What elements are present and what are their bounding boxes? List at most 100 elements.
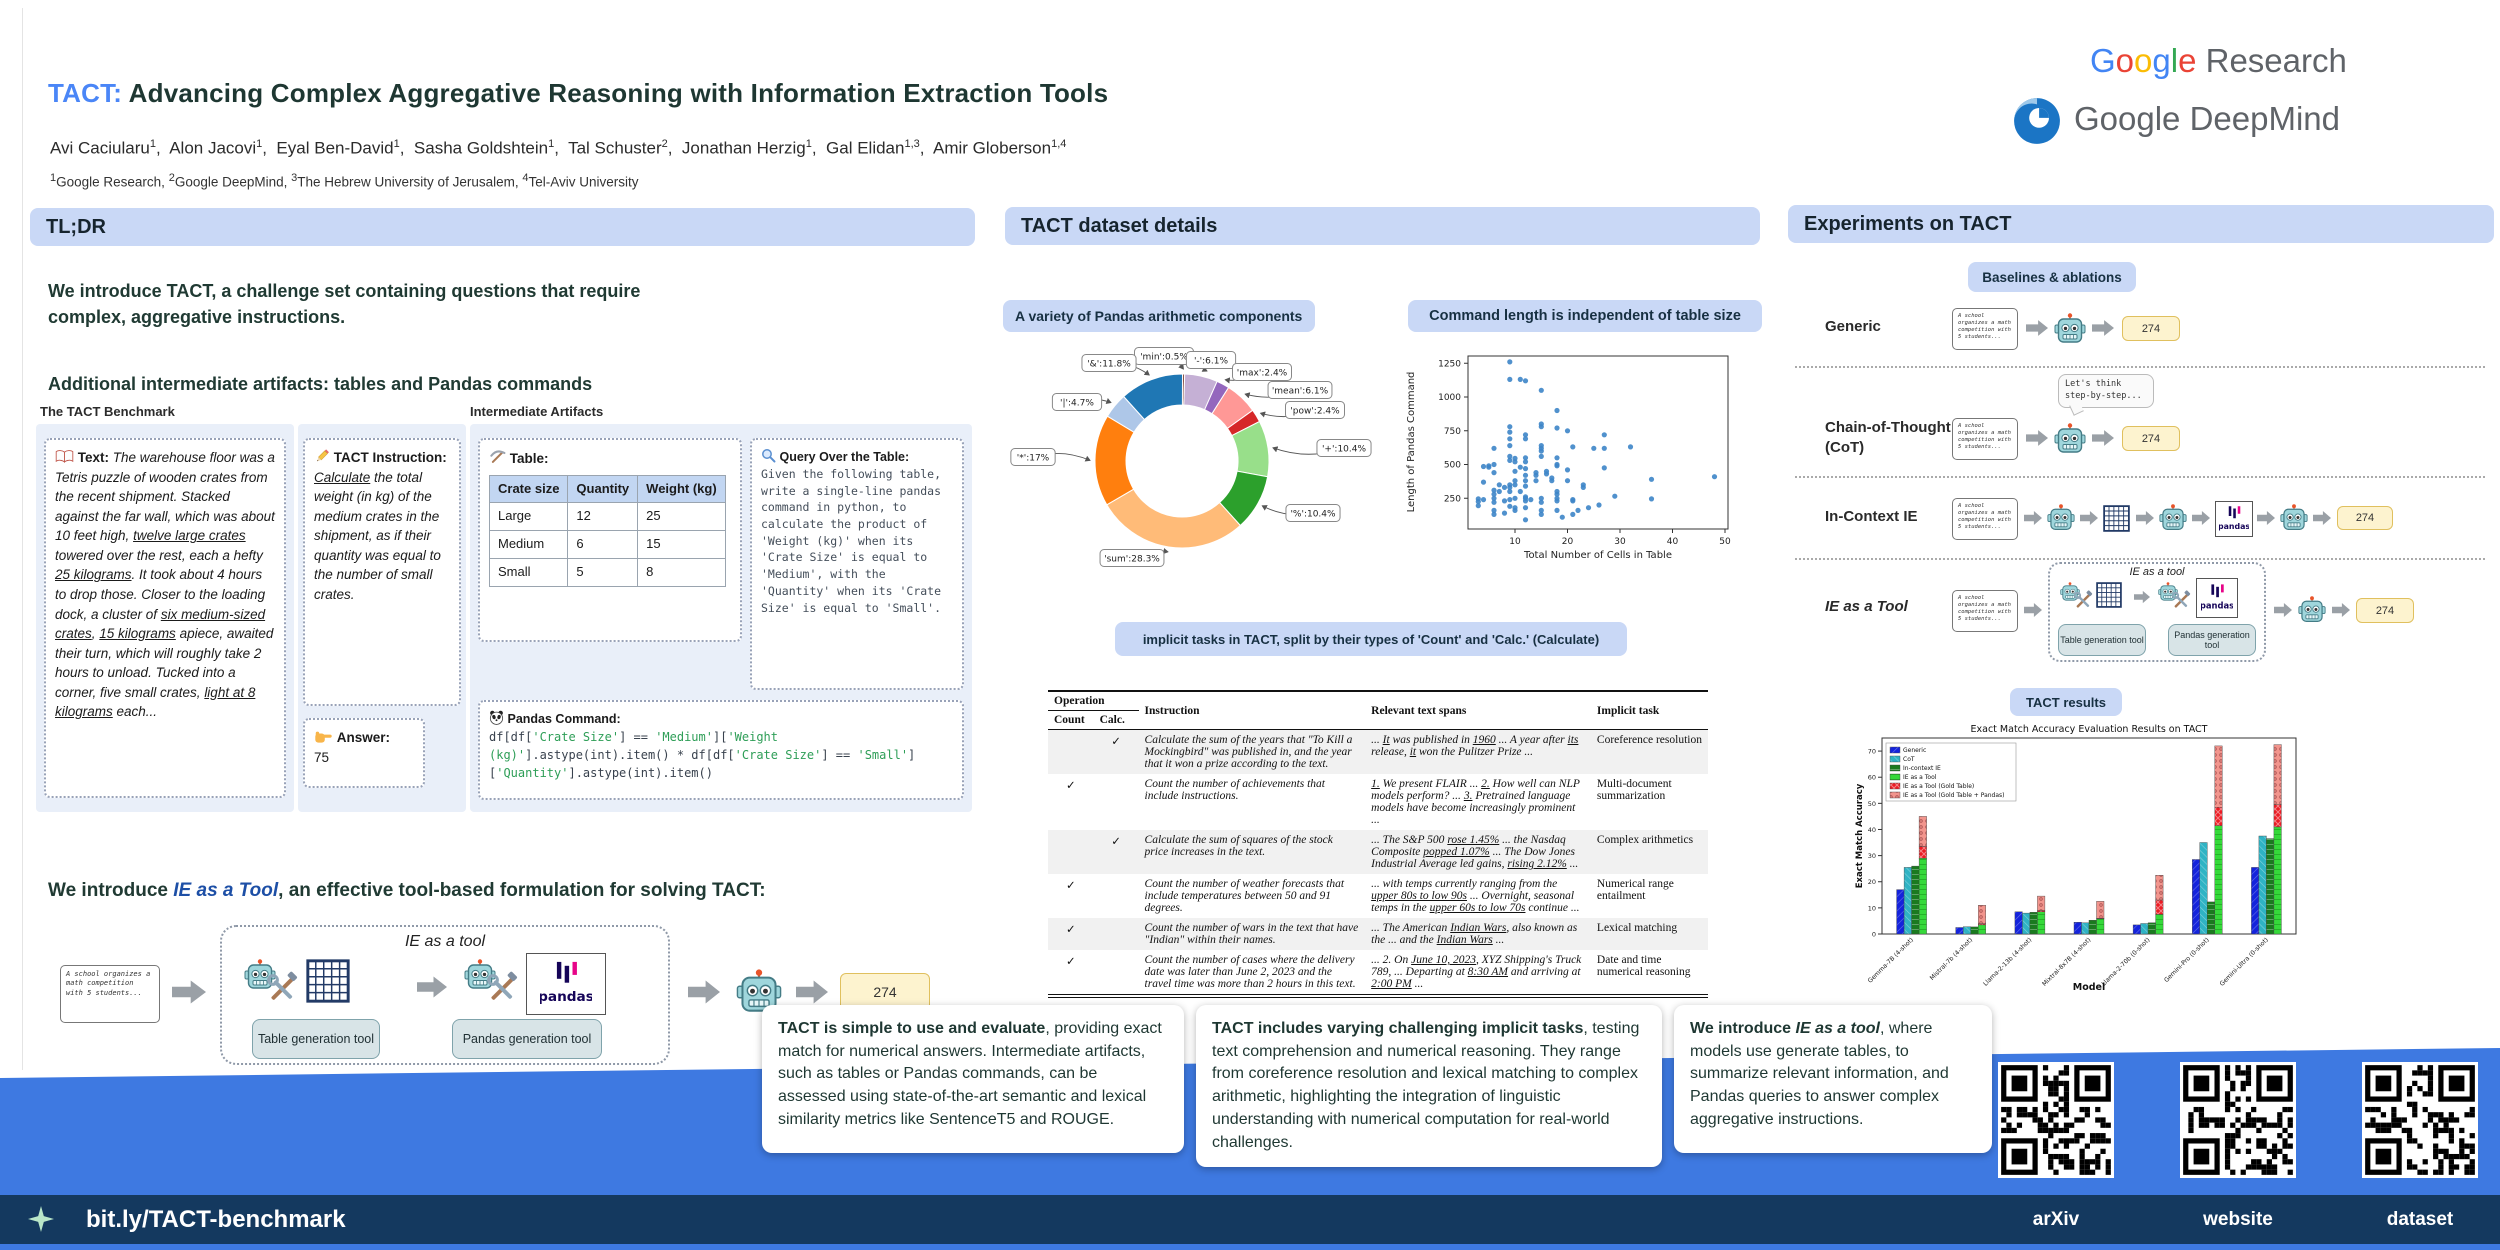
title-rest: Advancing Complex Aggregative Reasoning … (122, 78, 1108, 108)
svg-text:70: 70 (1868, 748, 1876, 756)
google-research-logo: Google Research (2090, 42, 2347, 80)
result-chip: 274 (2122, 316, 2180, 341)
table-grid-icon (2096, 582, 2122, 613)
pencil-icon (314, 448, 330, 464)
pandas-generation-tool-chip: Pandas generation tool (452, 1019, 602, 1059)
tools-icon (264, 971, 300, 1012)
robot-icon (2047, 504, 2075, 537)
pandas-logo (526, 953, 606, 1015)
arxiv-link[interactable]: arXiv (2033, 1209, 2079, 1231)
arrow-icon (2080, 510, 2098, 526)
arrow-icon (2092, 429, 2114, 447)
arrow-icon (2092, 319, 2114, 337)
table-row: ✓ Count the number of wars in the text t… (1048, 918, 1708, 950)
svg-text:0: 0 (1872, 931, 1876, 939)
ie-tool-caption: IE as a tool (222, 933, 668, 951)
col-operation: Operation (1048, 691, 1139, 711)
svg-text:'*':17%: '*':17% (1017, 454, 1050, 464)
svg-text:'-':6.1%: '-':6.1% (1194, 357, 1229, 367)
baselines-chip: Baselines & ablations (1968, 262, 2136, 292)
col-task: Implicit task (1591, 691, 1708, 730)
svg-text:Model: Model (2073, 982, 2105, 993)
takeaway-box-ie-tool: We introduce IE as a tool, where models … (1674, 1005, 1992, 1153)
query-text: Given the following table, write a singl… (761, 466, 953, 616)
crate-table: Crate sizeQuantityWeight (kg) Large1225M… (489, 475, 726, 587)
ie-tool-container: IE as a tool Table generation tool Panda… (220, 925, 670, 1065)
dataset-section-header: TACT dataset details (1005, 207, 1760, 245)
website-link[interactable]: website (2203, 1209, 2273, 1231)
benchmark-text: The warehouse floor was a Tetris puzzle … (55, 450, 275, 719)
arrow-icon (2134, 590, 2150, 604)
input-text-card: A school organizes a math competition wi… (1952, 590, 2018, 632)
arrow-icon (2024, 510, 2042, 526)
row-separator (1795, 558, 2485, 560)
arrow-icon (688, 979, 720, 1005)
ie-tool-container-small: IE as a tool Table generation tool Panda… (2048, 562, 2266, 662)
footer-bar (0, 1195, 2500, 1244)
svg-text:Gemma-7B (4-shot): Gemma-7B (4-shot) (1867, 936, 1915, 984)
footer-accent-strip (0, 1244, 2500, 1250)
qr-code-arxiv (1998, 1062, 2114, 1178)
benchmark-panel: Text: The warehouse floor was a Tetris p… (36, 424, 294, 812)
table-row: ✓ Count the number of cases where the de… (1048, 950, 1708, 996)
svg-text:500: 500 (1444, 461, 1461, 471)
svg-text:60: 60 (1868, 774, 1876, 782)
svg-text:250: 250 (1444, 494, 1461, 504)
robot-icon (2159, 504, 2187, 537)
artifacts-figure-label: Intermediate Artifacts (470, 404, 603, 419)
arrow-icon (172, 979, 206, 1005)
svg-text:'&':11.8%: '&':11.8% (1087, 360, 1131, 370)
benchmark-url-link[interactable]: bit.ly/TACT-benchmark (86, 1206, 346, 1234)
research-word: Research (2196, 42, 2346, 79)
tools-icon (2170, 590, 2192, 617)
tldr-section-header: TL;DR (30, 208, 975, 246)
svg-text:Llama-2-70b (0-shot): Llama-2-70b (0-shot) (2100, 936, 2151, 987)
table-label: Table: (510, 451, 549, 466)
scatter-chip: Command length is independent of table s… (1408, 300, 1762, 332)
takeaway-box-evaluate: TACT is simple to use and evaluate, prov… (762, 1005, 1184, 1153)
svg-text:'pow':2.4%: 'pow':2.4% (1290, 407, 1340, 417)
table-row: ✓ Calculate the sum of the years that "T… (1048, 730, 1708, 775)
arrow-icon (2026, 429, 2048, 447)
svg-text:IE as a Tool (Gold Table): IE as a Tool (Gold Table) (1903, 783, 1974, 790)
svg-text:CoT: CoT (1903, 756, 1915, 763)
arrow-icon (2274, 602, 2292, 618)
svg-text:10: 10 (1868, 904, 1876, 912)
row-separator (1795, 366, 2485, 368)
answer-box: Answer: 75 (314, 728, 414, 767)
robot-icon (2280, 504, 2308, 537)
implicit-tasks-chip: implicit tasks in TACT, split by their t… (1115, 622, 1627, 656)
svg-text:30: 30 (1868, 852, 1876, 860)
svg-text:Total Number of Cells in Table: Total Number of Cells in Table (1523, 550, 1672, 561)
arrow-icon (2136, 510, 2154, 526)
svg-text:750: 750 (1444, 427, 1461, 437)
table-generation-tool-chip: Table generation tool (252, 1019, 380, 1059)
svg-text:40: 40 (1868, 826, 1876, 834)
pandas-code: df[df['Crate Size'] == 'Medium']['Weight… (489, 728, 953, 782)
robot-icon (2054, 423, 2086, 460)
benchmark-figure-label: The TACT Benchmark (40, 404, 175, 419)
input-text-card: A school organizes a math competition wi… (1952, 498, 2018, 540)
implicit-task-table-wrap: Operation Instruction Relevant text span… (1048, 690, 1708, 998)
svg-text:'mean':6.1%: 'mean':6.1% (1272, 387, 1329, 397)
query-box: Query Over the Table: Given the followin… (761, 448, 953, 616)
svg-text:Gemini-Pro (0-shot): Gemini-Pro (0-shot) (2163, 936, 2211, 984)
instruction-box: TACT Instruction: Calculate the total we… (314, 448, 450, 605)
benchmark-textbox: Text: The warehouse floor was a Tetris p… (55, 448, 275, 722)
svg-text:50: 50 (1868, 800, 1876, 808)
tldr-intro: We introduce TACT, a challenge set conta… (48, 278, 678, 330)
flow-incontext: A school organizes a math competition wi… (1952, 492, 2482, 548)
pandas-logo (2196, 578, 2238, 618)
svg-text:'|':4.7%: '|':4.7% (1060, 399, 1094, 409)
dataset-link[interactable]: dataset (2387, 1209, 2454, 1231)
svg-text:10: 10 (1509, 537, 1521, 547)
svg-text:'%':10.4%: '%':10.4% (1290, 510, 1336, 520)
result-chip: 274 (2337, 506, 2393, 530)
svg-text:1250: 1250 (1438, 359, 1461, 369)
flow-ietool: A school organizes a math competition wi… (1952, 562, 2492, 667)
authors: Avi Caciularu1, Alon Jacovi1, Eyal Ben-D… (50, 138, 1066, 159)
svg-text:'sum':28.3%: 'sum':28.3% (1104, 555, 1160, 565)
robot-icon (2298, 596, 2326, 629)
results-bar-chart: Exact Match Accuracy Evaluation Results … (1852, 722, 2322, 1017)
svg-text:30: 30 (1614, 537, 1626, 547)
